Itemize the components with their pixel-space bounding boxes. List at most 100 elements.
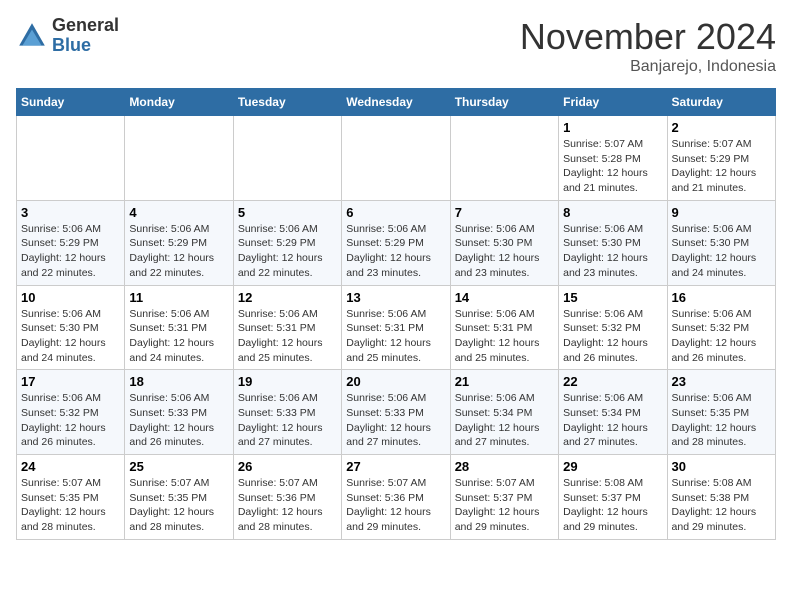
logo-text: General Blue: [52, 16, 119, 56]
logo-icon: [16, 20, 48, 52]
calendar-cell: 25Sunrise: 5:07 AM Sunset: 5:35 PM Dayli…: [125, 455, 233, 540]
day-info: Sunrise: 5:06 AM Sunset: 5:31 PM Dayligh…: [238, 307, 337, 366]
calendar-cell: 24 Sunrise: 5:07 AM Sunset: 5:35 PM Dayli…: [17, 455, 125, 540]
day-number: 8: [563, 205, 662, 220]
calendar-cell: 21 Sunrise: 5:06 AM Sunset: 5:34 PM Dayli…: [450, 370, 558, 455]
calendar-cell: 10 Sunrise: 5:06 AM Sunset: 5:30 PM Dayli…: [17, 285, 125, 370]
day-number: 1: [563, 120, 662, 135]
day-info: Sunrise: 5:07 AM Sunset: 5:29 PM Dayligh…: [672, 137, 771, 196]
day-info: Sunrise: 5:06 AM Sunset: 5:33 PM Dayligh…: [238, 391, 337, 450]
day-number: 24: [21, 459, 120, 474]
day-info: Sunrise: 5:06 AM Sunset: 5:29 PM Dayligh…: [346, 222, 445, 281]
day-number: 14: [455, 290, 554, 305]
day-number: 12: [238, 290, 337, 305]
weekday-header-row: SundayMondayTuesdayWednesdayThursdayFrid…: [17, 89, 776, 116]
day-number: 3: [21, 205, 120, 220]
calendar-cell: 1 Sunrise: 5:07 AM Sunset: 5:28 PM Daylig…: [559, 116, 667, 201]
calendar-cell: [125, 116, 233, 201]
calendar-cell: 8 Sunrise: 5:06 AM Sunset: 5:30 PM Daylig…: [559, 200, 667, 285]
weekday-header: Sunday: [17, 89, 125, 116]
day-info: Sunrise: 5:06 AM Sunset: 5:30 PM Dayligh…: [21, 307, 120, 366]
calendar-cell: 19 Sunrise: 5:06 AM Sunset: 5:33 PM Dayli…: [233, 370, 341, 455]
day-info: Sunrise: 5:06 AM Sunset: 5:32 PM Dayligh…: [563, 307, 662, 366]
calendar-cell: 23 Sunrise: 5:06 AM Sunset: 5:35 PM Dayli…: [667, 370, 775, 455]
calendar-cell: 30 Sunrise: 5:08 AM Sunset: 5:38 PM Dayli…: [667, 455, 775, 540]
weekday-header: Saturday: [667, 89, 775, 116]
calendar-cell: 11 Sunrise: 5:06 AM Sunset: 5:31 PM Dayli…: [125, 285, 233, 370]
day-info: Sunrise: 5:06 AM Sunset: 5:30 PM Dayligh…: [563, 222, 662, 281]
day-number: 11: [129, 290, 228, 305]
calendar-cell: 5 Sunrise: 5:06 AM Sunset: 5:29 PM Daylig…: [233, 200, 341, 285]
day-number: 10: [21, 290, 120, 305]
title-block: November 2024 Banjarejo, Indonesia: [520, 16, 776, 76]
calendar-week-row: 17Sunrise: 5:06 AM Sunset: 5:32 PM Dayli…: [17, 370, 776, 455]
calendar-cell: 2 Sunrise: 5:07 AM Sunset: 5:29 PM Daylig…: [667, 116, 775, 201]
day-number: 18: [129, 374, 228, 389]
day-number: 5: [238, 205, 337, 220]
day-info: Sunrise: 5:06 AM Sunset: 5:34 PM Dayligh…: [563, 391, 662, 450]
day-info: Sunrise: 5:08 AM Sunset: 5:38 PM Dayligh…: [672, 476, 771, 535]
day-info: Sunrise: 5:06 AM Sunset: 5:31 PM Dayligh…: [129, 307, 228, 366]
day-info: Sunrise: 5:07 AM Sunset: 5:36 PM Dayligh…: [238, 476, 337, 535]
calendar-cell: 17Sunrise: 5:06 AM Sunset: 5:32 PM Dayli…: [17, 370, 125, 455]
calendar-cell: 16 Sunrise: 5:06 AM Sunset: 5:32 PM Dayli…: [667, 285, 775, 370]
day-info: Sunrise: 5:06 AM Sunset: 5:33 PM Dayligh…: [129, 391, 228, 450]
day-info: Sunrise: 5:06 AM Sunset: 5:30 PM Dayligh…: [455, 222, 554, 281]
calendar-cell: [233, 116, 341, 201]
weekday-header: Wednesday: [342, 89, 450, 116]
day-number: 9: [672, 205, 771, 220]
calendar-week-row: 24 Sunrise: 5:07 AM Sunset: 5:35 PM Dayli…: [17, 455, 776, 540]
day-number: 19: [238, 374, 337, 389]
calendar-cell: 26 Sunrise: 5:07 AM Sunset: 5:36 PM Dayli…: [233, 455, 341, 540]
day-info: Sunrise: 5:08 AM Sunset: 5:37 PM Dayligh…: [563, 476, 662, 535]
calendar-week-row: 10 Sunrise: 5:06 AM Sunset: 5:30 PM Dayli…: [17, 285, 776, 370]
day-info: Sunrise: 5:07 AM Sunset: 5:37 PM Dayligh…: [455, 476, 554, 535]
month-title: November 2024: [520, 16, 776, 58]
day-number: 22: [563, 374, 662, 389]
day-number: 21: [455, 374, 554, 389]
calendar-cell: 7 Sunrise: 5:06 AM Sunset: 5:30 PM Daylig…: [450, 200, 558, 285]
calendar: SundayMondayTuesdayWednesdayThursdayFrid…: [16, 88, 776, 540]
day-number: 27: [346, 459, 445, 474]
weekday-header: Tuesday: [233, 89, 341, 116]
day-info: Sunrise: 5:06 AM Sunset: 5:31 PM Dayligh…: [455, 307, 554, 366]
day-number: 25: [129, 459, 228, 474]
calendar-cell: 15 Sunrise: 5:06 AM Sunset: 5:32 PM Dayli…: [559, 285, 667, 370]
weekday-header: Monday: [125, 89, 233, 116]
day-info: Sunrise: 5:07 AM Sunset: 5:28 PM Dayligh…: [563, 137, 662, 196]
calendar-cell: 27 Sunrise: 5:07 AM Sunset: 5:36 PM Dayli…: [342, 455, 450, 540]
weekday-header: Thursday: [450, 89, 558, 116]
day-number: 23: [672, 374, 771, 389]
calendar-cell: 18 Sunrise: 5:06 AM Sunset: 5:33 PM Dayli…: [125, 370, 233, 455]
day-number: 26: [238, 459, 337, 474]
day-info: Sunrise: 5:06 AM Sunset: 5:29 PM Dayligh…: [238, 222, 337, 281]
calendar-cell: 4 Sunrise: 5:06 AM Sunset: 5:29 PM Daylig…: [125, 200, 233, 285]
weekday-header: Friday: [559, 89, 667, 116]
day-info: Sunrise: 5:07 AM Sunset: 5:36 PM Dayligh…: [346, 476, 445, 535]
day-info: Sunrise: 5:06 AM Sunset: 5:31 PM Dayligh…: [346, 307, 445, 366]
logo-blue: Blue: [52, 35, 91, 55]
day-number: 29: [563, 459, 662, 474]
day-info: Sunrise: 5:06 AM Sunset: 5:32 PM Dayligh…: [672, 307, 771, 366]
day-info: Sunrise: 5:06 AM Sunset: 5:33 PM Dayligh…: [346, 391, 445, 450]
day-info: Sunrise: 5:06 AM Sunset: 5:35 PM Dayligh…: [672, 391, 771, 450]
day-number: 28: [455, 459, 554, 474]
calendar-cell: [342, 116, 450, 201]
calendar-cell: 12 Sunrise: 5:06 AM Sunset: 5:31 PM Dayli…: [233, 285, 341, 370]
calendar-cell: 3 Sunrise: 5:06 AM Sunset: 5:29 PM Daylig…: [17, 200, 125, 285]
location: Banjarejo, Indonesia: [520, 58, 776, 76]
day-number: 16: [672, 290, 771, 305]
day-number: 2: [672, 120, 771, 135]
day-info: Sunrise: 5:06 AM Sunset: 5:34 PM Dayligh…: [455, 391, 554, 450]
day-number: 7: [455, 205, 554, 220]
day-info: Sunrise: 5:06 AM Sunset: 5:30 PM Dayligh…: [672, 222, 771, 281]
day-number: 30: [672, 459, 771, 474]
calendar-cell: [17, 116, 125, 201]
calendar-week-row: 3 Sunrise: 5:06 AM Sunset: 5:29 PM Daylig…: [17, 200, 776, 285]
day-number: 15: [563, 290, 662, 305]
day-number: 4: [129, 205, 228, 220]
day-info: Sunrise: 5:07 AM Sunset: 5:35 PM Dayligh…: [21, 476, 120, 535]
day-info: Sunrise: 5:06 AM Sunset: 5:29 PM Dayligh…: [129, 222, 228, 281]
calendar-cell: 13Sunrise: 5:06 AM Sunset: 5:31 PM Dayli…: [342, 285, 450, 370]
day-info: Sunrise: 5:06 AM Sunset: 5:29 PM Dayligh…: [21, 222, 120, 281]
